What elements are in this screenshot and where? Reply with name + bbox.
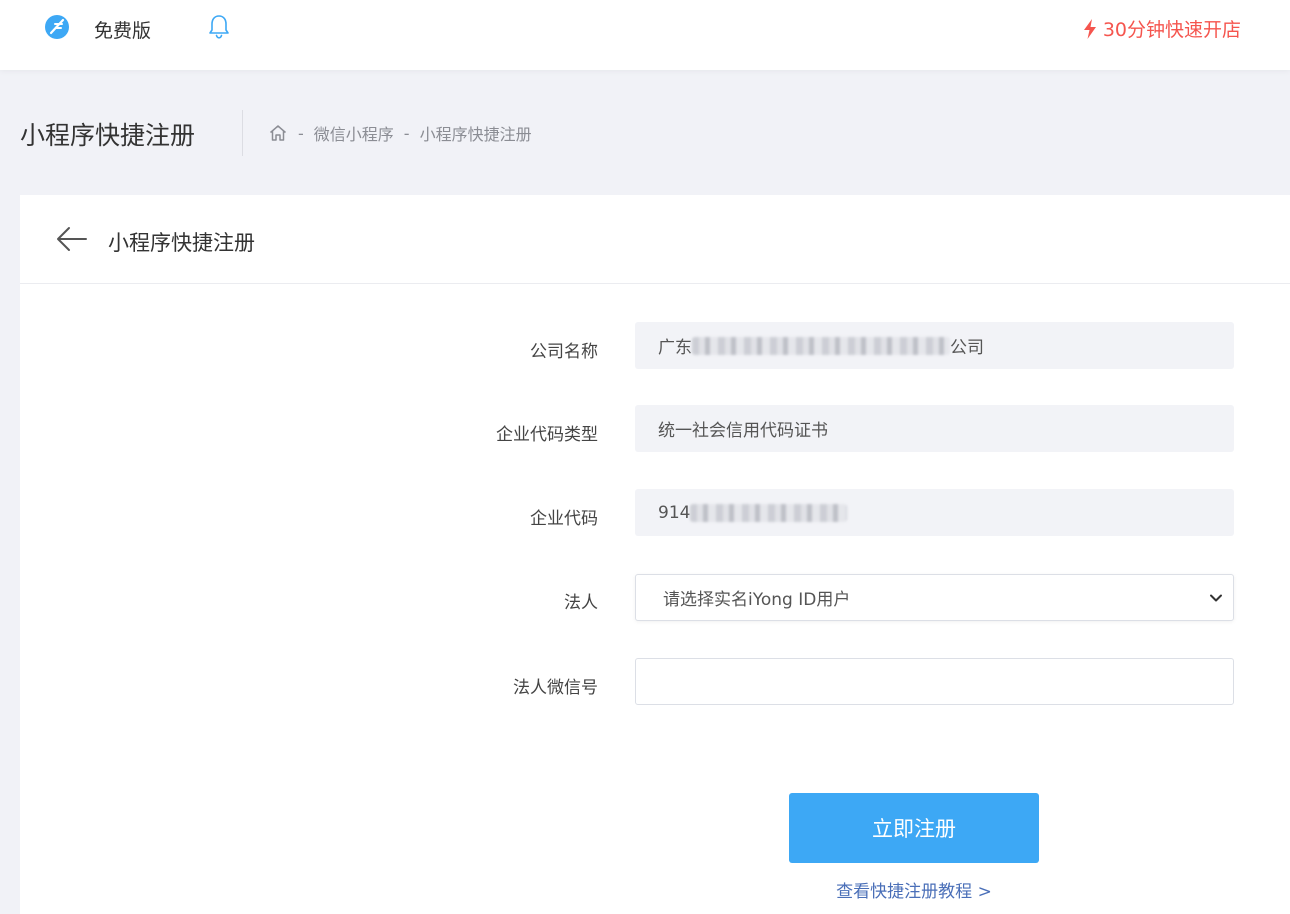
bell-icon[interactable] [207,14,231,40]
chevron-down-icon [1210,594,1222,602]
edition-label: 免费版 [94,20,152,42]
register-button[interactable]: 立即注册 [789,793,1039,863]
redacted-blur [692,336,950,355]
tutorial-link[interactable]: 查看快捷注册教程 > [789,877,1039,902]
legal-person-selected: 请选择实名iYong ID用户 [663,590,851,610]
breadcrumb-item-miniprogram[interactable]: 微信小程序 [314,121,394,145]
code-type-value: 统一社会信用代码证书 [658,421,828,441]
top-bar: 免费版 30分钟快速开店 [0,0,1290,70]
back-arrow-icon[interactable] [56,225,88,253]
lightning-icon [1083,18,1096,39]
breadcrumb-item-quick-register[interactable]: 小程序快捷注册 [420,121,532,145]
title-divider [242,110,243,156]
legal-person-label: 法人 [564,593,598,613]
code-type-field: 统一社会信用代码证书 [635,405,1234,452]
code-prefix: 914 [658,502,691,523]
legal-wechat-label: 法人微信号 [513,678,598,698]
page-title: 小程序快捷注册 [20,121,196,150]
register-card: 小程序快捷注册 公司名称 广东 公司 企业代码类型 统一社会信用代码证书 企业代… [20,195,1290,914]
redacted-blur [690,503,848,522]
code-label: 企业代码 [530,509,598,529]
home-icon[interactable] [268,123,288,143]
breadcrumb-separator: - [403,123,410,143]
code-field: 914 [635,489,1234,536]
code-type-label: 企业代码类型 [496,425,598,445]
breadcrumb: - 微信小程序 - 小程序快捷注册 [268,121,532,145]
company-name-prefix: 广东 [658,338,692,358]
legal-person-select[interactable]: 请选择实名iYong ID用户 [635,574,1234,621]
card-header: 小程序快捷注册 [20,195,1290,284]
quick-open-link[interactable]: 30分钟快速开店 [1083,15,1241,42]
quick-open-label: 30分钟快速开店 [1102,19,1241,41]
legal-wechat-input[interactable] [635,658,1234,705]
company-name-suffix: 公司 [950,338,984,358]
logo-icon [45,15,69,39]
card-title: 小程序快捷注册 [108,231,255,255]
breadcrumb-separator: - [298,123,304,143]
company-name-label: 公司名称 [530,342,598,362]
company-name-field: 广东 公司 [635,322,1234,369]
